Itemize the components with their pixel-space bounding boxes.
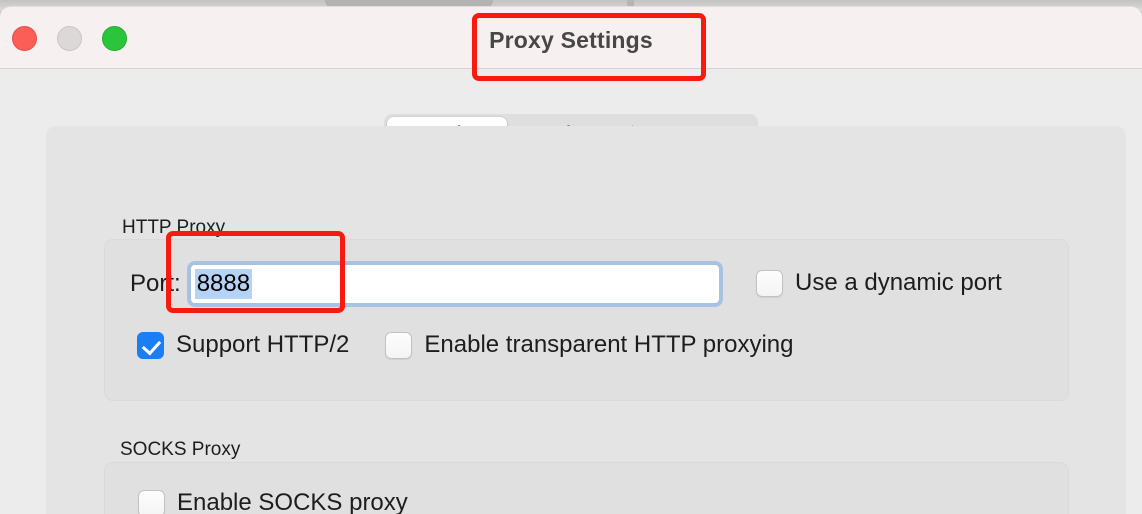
- support-http2-checkbox-row[interactable]: Support HTTP/2: [137, 331, 349, 359]
- transparent-proxying-checkbox-row[interactable]: Enable transparent HTTP proxying: [385, 331, 794, 359]
- transparent-proxying-checkbox[interactable]: [385, 331, 413, 359]
- enable-socks-checkbox[interactable]: [138, 489, 165, 514]
- enable-socks-label: Enable SOCKS proxy: [177, 489, 408, 514]
- use-dynamic-port-checkbox[interactable]: [756, 269, 783, 297]
- proxy-settings-window: Proxy Settings Proxies Options macOS HTT…: [0, 6, 1142, 514]
- use-dynamic-port-checkbox-row[interactable]: Use a dynamic port: [756, 269, 1002, 297]
- http-proxy-section-label: HTTP Proxy: [122, 217, 226, 238]
- support-http2-label: Support HTTP/2: [176, 331, 350, 358]
- port-label: Port:: [130, 270, 181, 297]
- enable-socks-checkbox-row[interactable]: Enable SOCKS proxy: [138, 489, 408, 514]
- use-dynamic-port-label: Use a dynamic port: [795, 269, 1002, 296]
- window-titlebar: Proxy Settings: [0, 7, 1142, 69]
- app-root: Proxy Settings Proxies Options macOS HTT…: [0, 0, 1142, 514]
- socks-proxy-section-label: SOCKS Proxy: [120, 439, 241, 460]
- http-port-row: Port: 8888: [130, 265, 719, 303]
- window-title: Proxy Settings: [489, 27, 653, 53]
- transparent-proxying-label: Enable transparent HTTP proxying: [424, 331, 794, 358]
- http-proxy-group: [104, 239, 1069, 401]
- support-http2-checkbox[interactable]: [137, 331, 164, 359]
- port-input-value: 8888: [194, 269, 253, 299]
- http-options-checkbox-row: Support HTTP/2 Enable transparent HTTP p…: [137, 331, 794, 359]
- port-input[interactable]: 8888: [190, 265, 719, 303]
